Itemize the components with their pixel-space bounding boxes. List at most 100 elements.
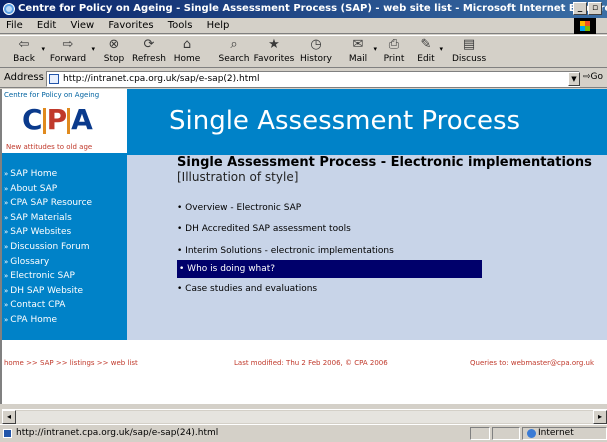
back-dropdown-icon[interactable]: ▾ [41, 45, 45, 53]
status-panel [492, 427, 520, 440]
nav-sap-home[interactable]: » SAP Home [2, 167, 127, 182]
edit-icon: ✎ [420, 37, 432, 52]
nav-cpa-sap-resource[interactable]: » CPA SAP Resource [2, 196, 127, 211]
back-button[interactable]: ⇦ Back ▾ [10, 37, 45, 64]
history-button[interactable]: ◷ History [298, 37, 334, 64]
link-label: Case studies and evaluations [185, 284, 318, 294]
search-button[interactable]: ⌕ Search [218, 37, 250, 64]
link-case-studies[interactable]: • Case studies and evaluations [177, 280, 482, 298]
menu-bar: File Edit View Favorites Tools Help [0, 18, 607, 34]
scroll-track[interactable] [16, 411, 593, 423]
nav-label: Glossary [10, 256, 50, 267]
nav-sap-websites[interactable]: » SAP Websites [2, 225, 127, 240]
history-icon: ◷ [310, 37, 322, 52]
address-input[interactable]: http://intranet.cpa.org.uk/sap/e-sap(2).… [46, 71, 580, 87]
nav-about-sap[interactable]: » About SAP [2, 182, 127, 197]
cpa-logo[interactable]: Centre for Policy on Ageing CPA New atti… [2, 89, 127, 155]
nav-dh-sap-website[interactable]: » DH SAP Website [2, 284, 127, 299]
stop-icon: ⊗ [108, 37, 120, 52]
nav-cpa-home[interactable]: » CPA Home [2, 313, 127, 328]
mail-dropdown-icon[interactable]: ▾ [373, 45, 377, 53]
refresh-button[interactable]: ⟳ Refresh [132, 37, 166, 64]
footer-queries[interactable]: Queries to: webmaster@cpa.org.uk [470, 359, 594, 367]
nav-arrow-icon: » [4, 199, 9, 208]
address-label: Address [4, 72, 44, 83]
forward-dropdown-icon[interactable]: ▾ [91, 45, 95, 53]
nav-arrow-icon: » [4, 242, 9, 251]
menu-favorites[interactable]: Favorites [108, 20, 153, 31]
go-label: Go [590, 72, 604, 82]
mail-button[interactable]: ✉ Mail ▾ [346, 37, 377, 64]
link-overview[interactable]: • Overview - Electronic SAP [177, 199, 482, 217]
back-arrow-icon: ⇦ [18, 37, 30, 52]
nav-label: CPA SAP Resource [10, 198, 93, 209]
print-label: Print [383, 54, 405, 64]
home-button[interactable]: ⌂ Home [172, 37, 202, 64]
banner-title: Single Assessment Process [169, 106, 521, 136]
nav-glossary[interactable]: » Glossary [2, 255, 127, 270]
link-dh-accredited[interactable]: • DH Accredited SAP assessment tools [177, 220, 482, 238]
back-label: Back [13, 54, 35, 64]
favorites-button[interactable]: ★ Favorites [252, 37, 296, 64]
nav-label: SAP Home [10, 169, 58, 179]
link-who-is-doing-what[interactable]: • Who is doing what? [177, 260, 482, 278]
footer-breadcrumb[interactable]: home >> SAP >> listings >> web list [4, 359, 138, 367]
mail-label: Mail [348, 54, 368, 64]
maximize-button[interactable]: ▫ [588, 2, 602, 15]
bullet-icon: • [177, 246, 186, 256]
menu-help[interactable]: Help [207, 20, 230, 31]
nav-sap-materials[interactable]: » SAP Materials [2, 211, 127, 226]
ie-logo-icon [3, 3, 15, 15]
logo-letters: CPA [22, 103, 93, 136]
nav-label: CPA Home [10, 314, 58, 325]
address-dropdown-button[interactable]: ▼ [568, 72, 580, 86]
print-button[interactable]: ⎙ Print [382, 37, 406, 64]
horizontal-scrollbar[interactable]: ◂ ▸ [2, 409, 607, 424]
bullet-icon: • [179, 264, 188, 274]
bullet-icon: • [177, 203, 186, 213]
link-label: Interim Solutions - electronic implement… [185, 246, 394, 256]
forward-button[interactable]: ⇨ Forward ▾ [48, 37, 95, 64]
nav-contact-cpa[interactable]: » Contact CPA [2, 298, 127, 313]
menu-file[interactable]: File [6, 20, 23, 31]
nav-arrow-icon: » [4, 315, 9, 324]
scroll-left-button[interactable]: ◂ [2, 410, 16, 424]
edit-dropdown-icon[interactable]: ▾ [439, 45, 443, 53]
scroll-right-button[interactable]: ▸ [593, 410, 607, 424]
nav-arrow-icon: » [4, 257, 9, 266]
windows-flag-icon [574, 18, 596, 34]
nav-electronic-sap[interactable]: » Electronic SAP [2, 269, 127, 284]
stop-label: Stop [103, 54, 125, 64]
page-heading: Single Assessment Process - Electronic i… [177, 155, 592, 170]
go-button[interactable]: ⇨Go [583, 72, 603, 82]
nav-label: Contact CPA [10, 300, 66, 311]
menu-view[interactable]: View [70, 20, 94, 31]
print-icon: ⎙ [388, 37, 400, 52]
forward-arrow-icon: ⇨ [62, 37, 74, 52]
status-zone: Internet [538, 428, 574, 438]
home-label: Home [173, 54, 201, 64]
footer-modified: Last modified: Thu 2 Feb 2006, © CPA 200… [234, 359, 388, 367]
search-label: Search [218, 54, 250, 64]
site-nav: » SAP Home » About SAP » CPA SAP Resource »… [2, 167, 127, 328]
menu-edit[interactable]: Edit [37, 20, 56, 31]
status-bar: http://intranet.cpa.org.uk/sap/e-sap(24)… [0, 424, 607, 441]
internet-globe-icon [527, 429, 536, 438]
stop-button[interactable]: ⊗ Stop [102, 37, 126, 64]
nav-arrow-icon: » [4, 170, 9, 178]
edit-page-button[interactable]: ✎ Edit ▾ [416, 37, 443, 64]
page-icon [3, 429, 12, 438]
link-interim-solutions[interactable]: • Interim Solutions - electronic impleme… [177, 242, 482, 260]
site-sidebar: Centre for Policy on Ageing CPA New atti… [2, 89, 127, 340]
logo-letter-a: A [71, 103, 93, 136]
link-label: Overview - Electronic SAP [185, 203, 302, 213]
minimize-button[interactable]: _ [573, 2, 587, 15]
nav-discussion-forum[interactable]: » Discussion Forum [2, 240, 127, 255]
discuss-button[interactable]: ▤ Discuss [452, 37, 486, 64]
title-bar: Centre for Policy on Ageing - Single Ass… [0, 0, 607, 18]
menu-tools[interactable]: Tools [168, 20, 193, 31]
nav-arrow-icon: » [4, 228, 9, 237]
history-label: History [299, 54, 333, 64]
link-label: Who is doing what? [187, 264, 276, 274]
nav-arrow-icon: » [4, 184, 9, 193]
